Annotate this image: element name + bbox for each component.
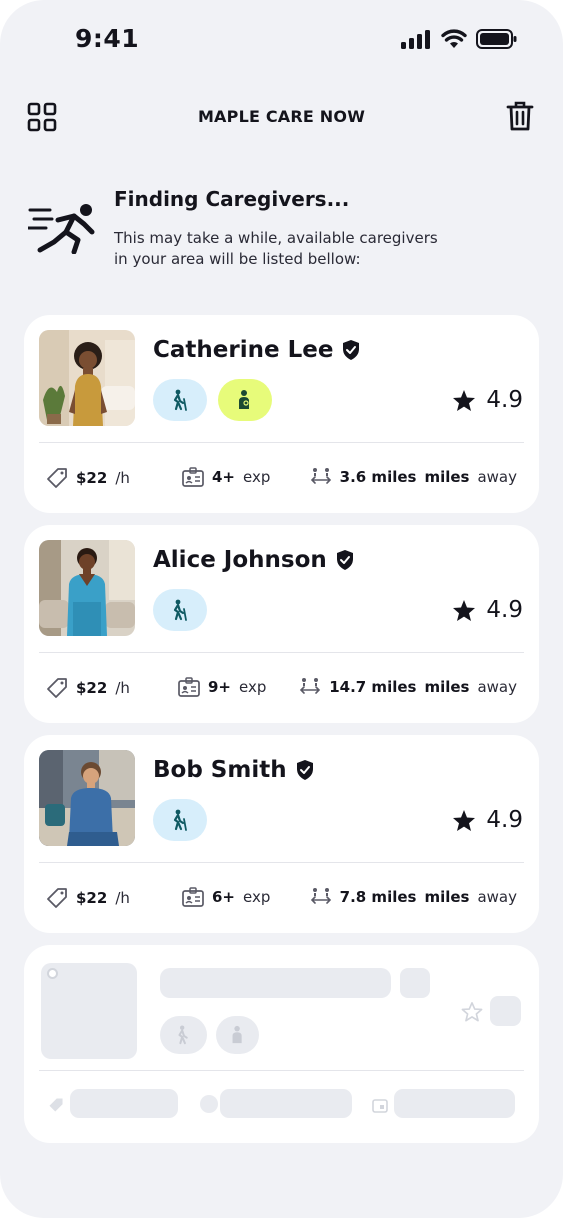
divider	[39, 862, 524, 863]
caregiver-name: Bob Smith	[153, 757, 315, 783]
rating: 4.9	[452, 807, 523, 833]
caregiver-photo	[39, 330, 135, 426]
status-time: 9:41	[75, 24, 140, 53]
loading-skeleton-card	[24, 945, 539, 1143]
walking-assist-icon	[173, 389, 187, 411]
divider	[39, 652, 524, 653]
trash-icon[interactable]	[506, 100, 534, 132]
distance: 3.6 miles miles away	[310, 467, 517, 487]
skeleton-verified	[400, 968, 430, 998]
divider	[39, 442, 524, 443]
price-tag-icon	[47, 678, 67, 698]
verified-shield-icon	[343, 340, 360, 360]
hourly-rate: $22/h	[46, 677, 130, 699]
price-tag-icon	[49, 1098, 63, 1112]
caregiver-name: Catherine Lee	[153, 337, 361, 363]
id-card-icon	[178, 677, 200, 697]
id-card-icon	[182, 467, 204, 487]
skeleton-rating	[490, 996, 521, 1026]
divider	[39, 1070, 524, 1071]
skeleton-price	[70, 1089, 178, 1118]
distance-icon	[310, 468, 331, 484]
distance: 7.8 miles miles away	[310, 887, 517, 907]
caregiver-photo	[39, 540, 135, 636]
skeleton-dot	[200, 1095, 218, 1113]
price-tag-icon	[47, 888, 67, 908]
caregiver-card[interactable]: Catherine Lee 4.9 $22 /h 4+ exp 3.6 mile…	[24, 315, 539, 513]
skeleton-name	[160, 968, 391, 998]
distance: 14.7 miles miles away	[299, 677, 517, 697]
caregiver-card[interactable]: Alice Johnson 4.9 $22 /h 9+ exp 14.7 mil…	[24, 525, 539, 723]
service-badges	[153, 799, 207, 841]
walking-assist-badge	[153, 799, 207, 841]
star-icon	[453, 389, 476, 411]
skeleton-experience	[220, 1089, 352, 1118]
caregiver-card[interactable]: Bob Smith 4.9 $22 /h 6+ exp 7.8 miles mi…	[24, 735, 539, 933]
finding-title: Finding Caregivers...	[114, 187, 350, 211]
app-title: MAPLE CARE NOW	[197, 107, 366, 126]
service-badges	[153, 379, 272, 421]
skeleton-indicator	[47, 968, 58, 979]
skeleton-badge	[216, 1016, 259, 1054]
star-icon	[453, 599, 476, 621]
signal-icon	[401, 30, 430, 49]
walking-assist-icon	[173, 809, 187, 831]
id-card-icon	[182, 887, 204, 907]
star-outline-icon	[461, 1002, 483, 1022]
status-icons	[400, 28, 518, 50]
baby-care-icon	[232, 1025, 242, 1044]
baby-care-icon	[239, 390, 249, 409]
walking-assist-icon	[173, 599, 187, 621]
service-badges	[153, 589, 207, 631]
hourly-rate: $22/h	[46, 887, 130, 909]
verified-shield-icon	[336, 550, 353, 570]
experience: 6+ exp	[182, 887, 270, 907]
walking-assist-icon	[177, 1025, 188, 1045]
calendar-icon	[372, 1099, 388, 1113]
walking-assist-badge	[153, 589, 207, 631]
star-icon	[453, 809, 476, 831]
distance-icon	[310, 888, 331, 904]
caregiver-name: Alice Johnson	[153, 547, 355, 573]
experience: 4+ exp	[182, 467, 270, 487]
price-tag-icon	[47, 468, 67, 488]
experience: 9+ exp	[178, 677, 266, 697]
baby-care-badge	[218, 379, 272, 421]
verified-shield-icon	[296, 760, 313, 780]
rating: 4.9	[452, 387, 523, 413]
caregiver-photo	[39, 750, 135, 846]
skeleton-distance	[394, 1089, 515, 1118]
running-person-icon	[28, 204, 95, 254]
phone-screen: 9:41 MAPLE CARE NOW Finding Caregivers..…	[0, 0, 563, 1218]
skeleton-badge	[160, 1016, 207, 1054]
finding-description: This may take a while, available caregiv…	[114, 229, 438, 268]
walking-assist-badge	[153, 379, 207, 421]
battery-icon	[476, 29, 517, 49]
wifi-icon	[441, 29, 467, 48]
rating: 4.9	[452, 597, 523, 623]
distance-icon	[300, 678, 321, 694]
hourly-rate: $22/h	[46, 467, 130, 489]
